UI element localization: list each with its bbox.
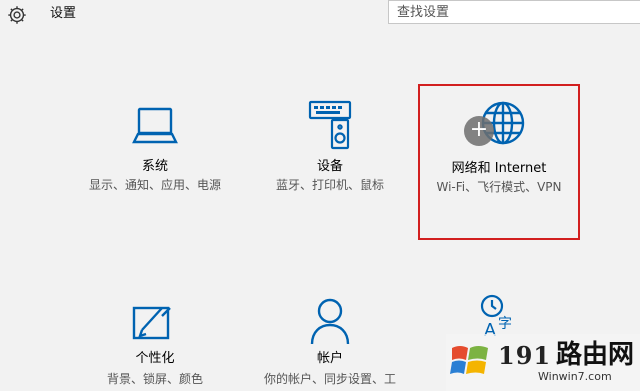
watermark-brand: 路由网 [556,340,635,370]
watermark-url: Winwin7.com [538,370,612,383]
tile-devices[interactable]: 设备 蓝牙、打印机、鼠标 [255,96,405,216]
tile-label: 设备 [316,159,343,174]
tile-network-internet[interactable]: + 网络和 Internet Wi-Fi、飞行模式、VPN [418,84,580,240]
title-bar: 设置 [0,0,640,30]
tile-system[interactable]: 系统 显示、通知、应用、电源 [80,96,230,216]
account-icon [310,298,350,345]
laptop-icon [132,107,178,144]
tile-description: 你的帐户、同步设置、工 [263,372,396,386]
svg-text:字: 字 [498,316,512,332]
tile-label: 系统 [141,159,168,174]
tile-description: 蓝牙、打印机、鼠标 [275,178,384,192]
search-box[interactable] [388,0,640,24]
watermark-number: 191 [498,341,552,370]
windows-logo-icon [450,346,488,374]
page-title: 设置 [50,6,77,21]
tile-description: Wi-Fi、飞行模式、VPN [436,180,562,194]
tile-description: 显示、通知、应用、电源 [88,178,221,192]
watermark: 191 路由网 Winwin7.com [446,334,640,391]
tile-personalization[interactable]: 个性化 背景、锁屏、颜色 [80,290,230,391]
tile-label: 帐户 [316,351,343,366]
personalization-icon [132,306,171,340]
search-input[interactable] [389,1,637,24]
devices-icon [308,100,352,150]
gear-icon [8,6,26,24]
tile-accounts[interactable]: 帐户 你的帐户、同步设置、工 [255,290,405,391]
tile-description: 背景、锁屏、颜色 [106,372,203,386]
plus-cursor-icon: + [464,116,494,146]
tile-label: 网络和 Internet [451,161,547,176]
tile-label: 个性化 [135,351,175,366]
